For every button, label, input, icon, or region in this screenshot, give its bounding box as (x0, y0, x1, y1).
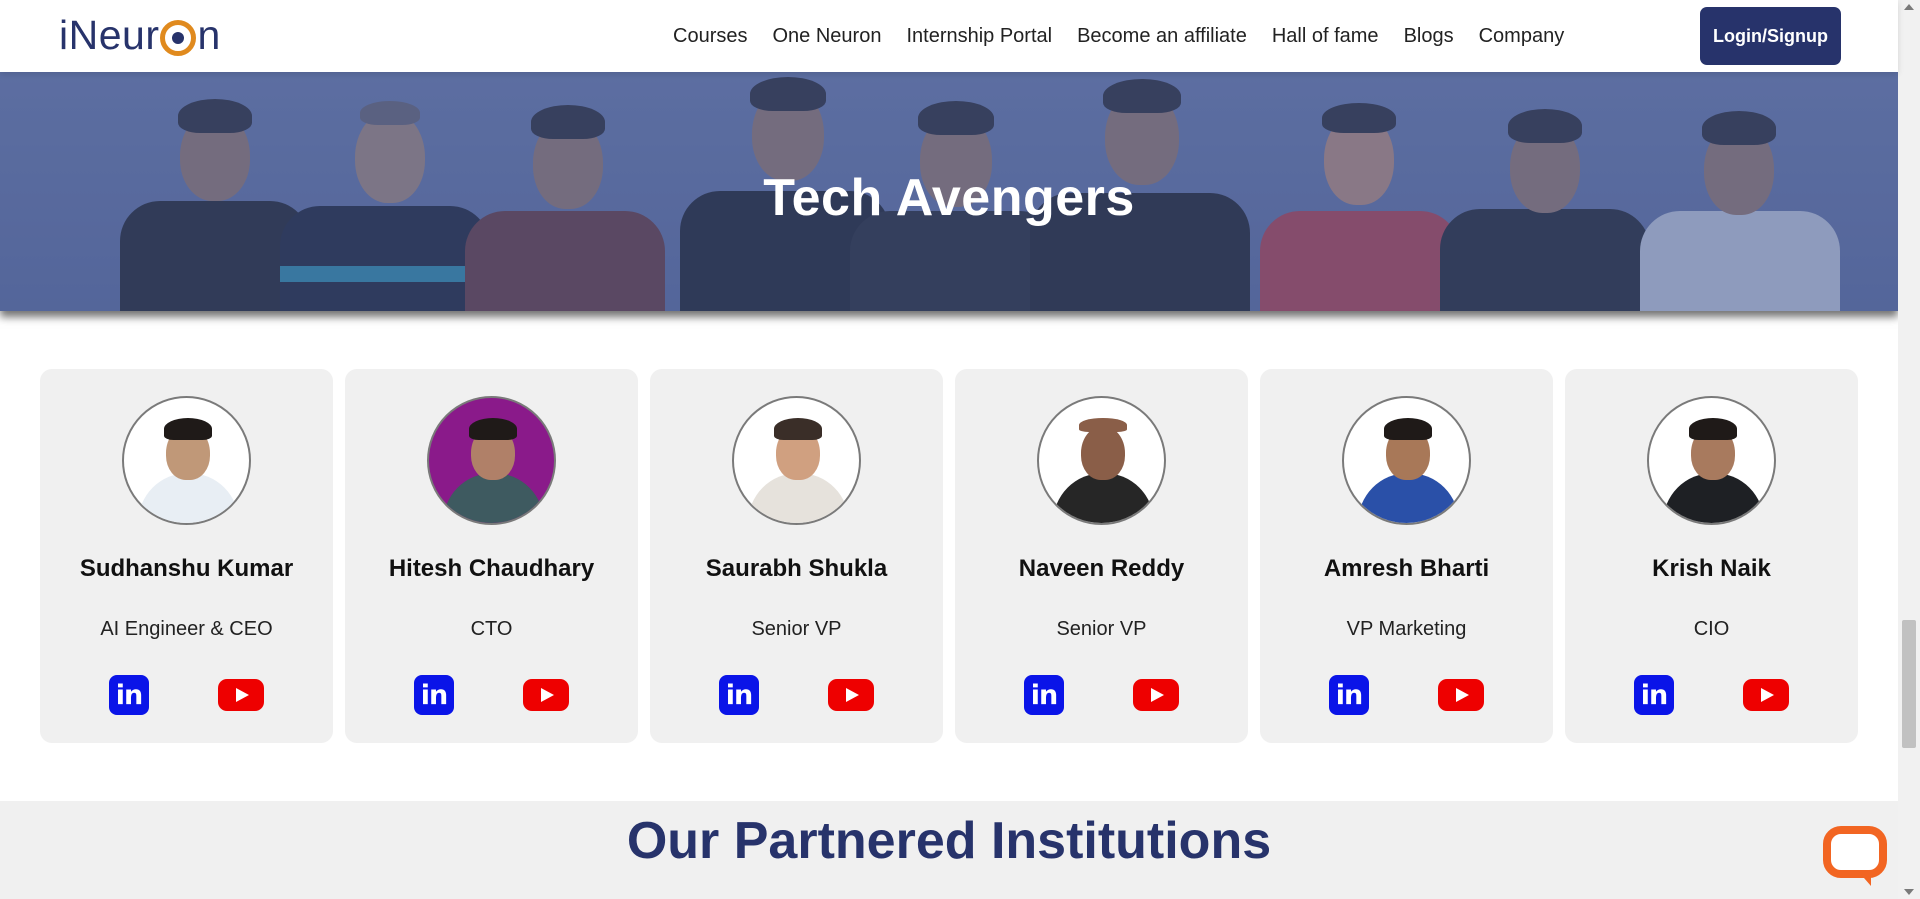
member-role: Senior VP (1056, 618, 1147, 640)
linkedin-icon[interactable]: in (1634, 675, 1674, 715)
logo[interactable]: iNeur n (59, 12, 221, 59)
nav-internship-portal[interactable]: Internship Portal (906, 25, 1052, 48)
team-card: Hitesh Chaudhary CTO in (345, 369, 638, 743)
youtube-icon[interactable] (218, 679, 264, 711)
youtube-icon[interactable] (1743, 679, 1789, 711)
logo-text-right: n (197, 12, 221, 58)
avatar (1037, 396, 1166, 525)
linkedin-icon[interactable]: in (109, 675, 149, 715)
avatar (122, 396, 251, 525)
member-role: CIO (1693, 618, 1730, 640)
team-card: Saurabh Shukla Senior VP in (650, 369, 943, 743)
nav-blogs[interactable]: Blogs (1404, 25, 1454, 48)
hero-banner: Tech Avengers (0, 72, 1898, 311)
avatar (1342, 396, 1471, 525)
chat-bubble-tail (1857, 870, 1871, 886)
chat-bubble-icon[interactable] (1823, 826, 1887, 886)
linkedin-icon[interactable]: in (1024, 675, 1064, 715)
partners-title: Our Partnered Institutions (626, 812, 1272, 870)
page: iNeur n Courses One Neuron Internship Po… (0, 0, 1920, 899)
site-header: iNeur n Courses One Neuron Internship Po… (0, 0, 1898, 72)
nav-become-affiliate[interactable]: Become an affiliate (1077, 25, 1247, 48)
team-cards: Sudhanshu Kumar AI Engineer & CEO in Hit… (40, 369, 1860, 743)
chat-bubble-body (1823, 826, 1887, 878)
partners-section: Our Partnered Institutions (0, 801, 1898, 899)
member-role: Senior VP (751, 618, 842, 640)
hero-title: Tech Avengers (763, 169, 1135, 227)
member-name: Saurabh Shukla (705, 555, 888, 582)
scroll-down-icon[interactable] (1904, 889, 1914, 895)
youtube-icon[interactable] (1438, 679, 1484, 711)
login-signup-button[interactable]: Login/Signup (1700, 7, 1841, 65)
member-role: AI Engineer & CEO (100, 618, 273, 640)
member-name: Hitesh Chaudhary (388, 555, 595, 582)
linkedin-icon[interactable]: in (1329, 675, 1369, 715)
team-card: Naveen Reddy Senior VP in (955, 369, 1248, 743)
linkedin-icon[interactable]: in (719, 675, 759, 715)
logo-eye-icon (160, 19, 197, 56)
linkedin-icon[interactable]: in (414, 675, 454, 715)
logo-text-left: iNeur (59, 12, 160, 58)
page-scrollbar[interactable] (1898, 0, 1920, 899)
member-name: Amresh Bharti (1323, 555, 1490, 582)
member-role: VP Marketing (1346, 618, 1467, 640)
member-name: Naveen Reddy (1018, 555, 1185, 582)
main-nav: Courses One Neuron Internship Portal Bec… (673, 0, 1589, 72)
member-role: CTO (470, 618, 513, 640)
team-card: Sudhanshu Kumar AI Engineer & CEO in (40, 369, 333, 743)
youtube-icon[interactable] (1133, 679, 1179, 711)
member-name: Sudhanshu Kumar (79, 555, 294, 582)
nav-hall-of-fame[interactable]: Hall of fame (1272, 25, 1379, 48)
nav-courses[interactable]: Courses (673, 25, 747, 48)
nav-one-neuron[interactable]: One Neuron (772, 25, 881, 48)
team-card: Amresh Bharti VP Marketing in (1260, 369, 1553, 743)
nav-company[interactable]: Company (1479, 25, 1565, 48)
youtube-icon[interactable] (828, 679, 874, 711)
scrollbar-thumb[interactable] (1902, 620, 1916, 748)
team-card: Krish Naik CIO in (1565, 369, 1858, 743)
scroll-up-icon[interactable] (1904, 4, 1914, 10)
avatar (732, 396, 861, 525)
youtube-icon[interactable] (523, 679, 569, 711)
member-name: Krish Naik (1652, 555, 1771, 582)
avatar (1647, 396, 1776, 525)
avatar (427, 396, 556, 525)
